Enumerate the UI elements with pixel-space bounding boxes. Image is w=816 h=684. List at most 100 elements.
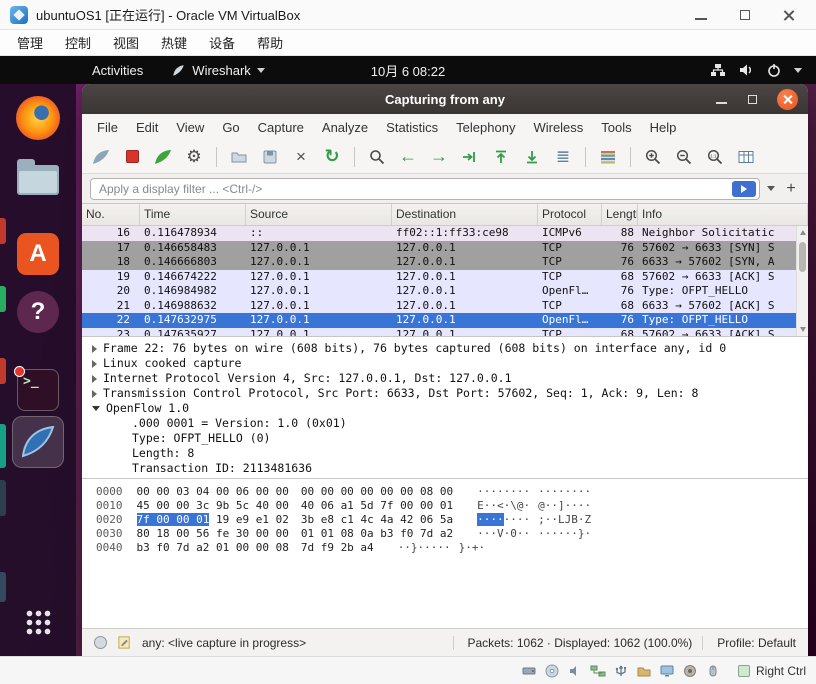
dock-item-files[interactable] — [12, 150, 64, 202]
mouse-integration-icon[interactable] — [705, 663, 721, 679]
column-header-info[interactable]: Info — [638, 204, 808, 225]
menu-capture[interactable]: Capture — [249, 120, 313, 135]
vbox-menu-input[interactable]: 热键 — [150, 30, 198, 55]
packet-row[interactable]: 23 0.147635927 127.0.0.1 127.0.0.1 TCP 68 5760… — [82, 327, 808, 336]
packet-row-selected[interactable]: 22 0.147632975 127.0.0.1 127.0.0.1 OpenFl… 76… — [82, 313, 808, 328]
column-header-time[interactable]: Time — [140, 204, 246, 225]
collapse-icon[interactable] — [92, 406, 100, 411]
recording-icon[interactable] — [682, 663, 698, 679]
shared-folders-icon[interactable] — [636, 663, 652, 679]
menu-tools[interactable]: Tools — [592, 120, 640, 135]
add-filter-button[interactable]: + — [782, 180, 800, 198]
save-file-icon[interactable] — [259, 146, 281, 168]
hard-disk-icon[interactable] — [521, 663, 537, 679]
wireshark-titlebar[interactable]: Capturing from any — [82, 84, 808, 114]
restore-button[interactable] — [746, 93, 759, 106]
menu-view[interactable]: View — [167, 120, 213, 135]
profile-text[interactable]: Profile: Default — [702, 635, 796, 650]
detail-row[interactable]: Length: 8 — [88, 446, 808, 461]
capture-comment-icon[interactable] — [117, 635, 132, 650]
capture-options-icon[interactable]: ⚙ — [183, 146, 205, 168]
dock-item-software[interactable]: A — [12, 228, 64, 280]
packet-row[interactable]: 16 0.116478934:: ff02::1:ff33:ce98 ICMPv6 88… — [82, 226, 808, 241]
scroll-up-icon[interactable] — [800, 230, 806, 235]
expand-icon[interactable] — [92, 389, 97, 398]
detail-row[interactable]: Frame 22: 76 bytes on wire (608 bits), 7… — [88, 341, 808, 356]
dock-item-help[interactable]: ? — [12, 286, 64, 338]
vbox-menu-machine[interactable]: 控制 — [54, 30, 102, 55]
detail-row[interactable]: OpenFlow 1.0 — [88, 401, 808, 416]
detail-row[interactable]: .000 0001 = Version: 1.0 (0x01) — [88, 416, 808, 431]
find-packet-icon[interactable] — [366, 146, 388, 168]
dock-item-terminal[interactable]: >_ — [12, 364, 64, 416]
resize-columns-icon[interactable] — [735, 146, 757, 168]
network-adapters-icon[interactable] — [590, 663, 606, 679]
menu-wireless[interactable]: Wireless — [524, 120, 592, 135]
go-first-packet-icon[interactable] — [490, 146, 512, 168]
zoom-in-icon[interactable] — [642, 146, 664, 168]
vbox-maximize-button[interactable] — [738, 8, 752, 22]
show-applications-button[interactable] — [12, 596, 64, 648]
dock-item-wireshark[interactable] — [12, 416, 64, 468]
zoom-out-icon[interactable] — [673, 146, 695, 168]
detail-row[interactable]: Transaction ID: 2113481636 — [88, 461, 808, 476]
restart-capture-icon[interactable] — [152, 146, 174, 168]
vbox-close-button[interactable] — [782, 8, 796, 22]
open-file-icon[interactable] — [228, 146, 250, 168]
optical-disk-icon[interactable] — [544, 663, 560, 679]
audio-icon[interactable] — [567, 663, 583, 679]
vbox-menu-file[interactable]: 管理 — [6, 30, 54, 55]
column-header-no[interactable]: No. — [82, 204, 140, 225]
app-menu-button[interactable]: Wireshark — [171, 63, 265, 78]
go-forward-icon[interactable]: → — [428, 146, 450, 168]
display-filter-field[interactable] — [90, 177, 760, 200]
close-file-icon[interactable]: × — [290, 146, 312, 168]
go-last-packet-icon[interactable] — [521, 146, 543, 168]
colorize-icon[interactable] — [597, 146, 619, 168]
activities-button[interactable]: Activities — [88, 63, 147, 78]
close-button[interactable] — [777, 88, 798, 110]
vbox-menu-view[interactable]: 视图 — [102, 30, 150, 55]
detail-row[interactable]: Linux cooked capture — [88, 356, 808, 371]
minimize-button[interactable] — [715, 93, 728, 106]
expert-info-icon[interactable] — [94, 636, 107, 649]
hex-row[interactable]: 0030 80 18 00 56 fe 30 00 00 01 01 08 0a b… — [96, 527, 808, 541]
menu-analyze[interactable]: Analyze — [313, 120, 377, 135]
vertical-scrollbar[interactable] — [796, 226, 808, 336]
stop-capture-icon[interactable] — [121, 146, 143, 168]
auto-scroll-icon[interactable]: ≣ — [552, 146, 574, 168]
hex-row[interactable]: 0000 00 00 03 04 00 06 00 00 00 00 00 00 0… — [96, 485, 808, 499]
packet-row[interactable]: 20 0.146984982 127.0.0.1 127.0.0.1 OpenFl… 76… — [82, 284, 808, 299]
dock-item-firefox[interactable] — [12, 92, 64, 144]
filter-dropdown-icon[interactable] — [767, 186, 775, 191]
expand-icon[interactable] — [92, 374, 97, 383]
menu-go[interactable]: Go — [213, 120, 248, 135]
menu-edit[interactable]: Edit — [127, 120, 167, 135]
packet-row[interactable]: 19 0.146674222 127.0.0.1 127.0.0.1 TCP 68 5760… — [82, 269, 808, 284]
zoom-reset-icon[interactable]: 1:1 — [704, 146, 726, 168]
menu-telephony[interactable]: Telephony — [447, 120, 524, 135]
packet-row[interactable]: 18 0.146666803 127.0.0.1 127.0.0.1 TCP 76 6633… — [82, 255, 808, 270]
column-header-destination[interactable]: Destination — [392, 204, 538, 225]
packet-row[interactable]: 21 0.146988632 127.0.0.1 127.0.0.1 TCP 68 6633… — [82, 298, 808, 313]
detail-row[interactable]: Internet Protocol Version 4, Src: 127.0.… — [88, 371, 808, 386]
vbox-menu-help[interactable]: 帮助 — [246, 30, 294, 55]
column-header-protocol[interactable]: Protocol — [538, 204, 602, 225]
scroll-down-icon[interactable] — [800, 327, 806, 332]
detail-row[interactable]: Type: OFPT_HELLO (0) — [88, 431, 808, 446]
column-header-source[interactable]: Source — [246, 204, 392, 225]
vbox-menu-devices[interactable]: 设备 — [198, 30, 246, 55]
expand-icon[interactable] — [92, 344, 97, 353]
display-icon[interactable] — [659, 663, 675, 679]
hex-row[interactable]: 0010 45 00 00 3c 9b 5c 40 00 40 06 a1 5d 7… — [96, 499, 808, 513]
start-capture-icon[interactable] — [90, 146, 112, 168]
go-back-icon[interactable]: ← — [397, 146, 419, 168]
system-tray[interactable] — [710, 62, 816, 78]
hex-row[interactable]: 0020 7f 00 00 01 19 e9 e1 02 3b e8 c1 4c 4… — [96, 513, 808, 527]
clock[interactable]: 10月 6 08:22 — [371, 61, 445, 80]
column-header-length[interactable]: Length — [602, 204, 638, 225]
scrollbar-thumb[interactable] — [799, 242, 806, 272]
detail-row[interactable]: Transmission Control Protocol, Src Port:… — [88, 386, 808, 401]
usb-icon[interactable] — [613, 663, 629, 679]
menu-file[interactable]: File — [88, 120, 127, 135]
